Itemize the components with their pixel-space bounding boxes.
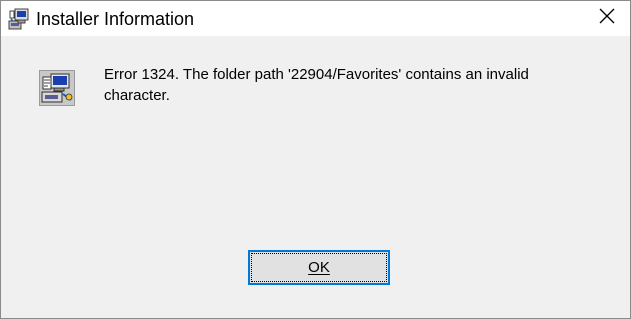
close-icon xyxy=(599,8,615,29)
ok-button-label: OK xyxy=(308,259,330,276)
title-bar: Installer Information xyxy=(1,1,630,36)
installer-computer-icon xyxy=(39,70,75,106)
error-message: Error 1324. The folder path '22904/Favor… xyxy=(104,66,529,104)
close-button[interactable] xyxy=(584,1,630,36)
installer-icon xyxy=(8,8,30,30)
dialog-body: Error 1324. The folder path '22904/Favor… xyxy=(1,36,630,318)
installer-information-dialog: Installer Information Error 1324. The fo… xyxy=(0,0,631,319)
window-title: Installer Information xyxy=(36,9,195,29)
ok-button[interactable]: OK xyxy=(248,250,390,285)
